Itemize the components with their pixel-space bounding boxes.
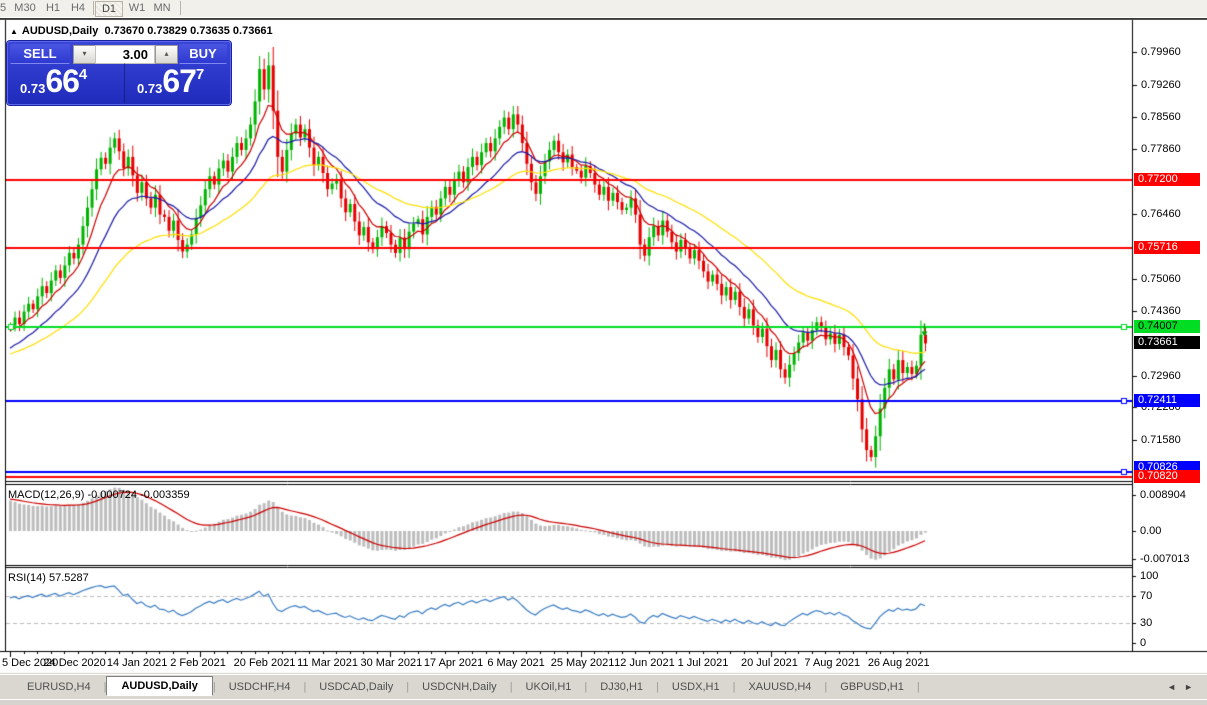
sell-button[interactable]: SELL [10,44,70,64]
macd-axis-tick: 0.00 [1140,525,1162,537]
date-axis-label: 20 Jul 2021 [740,657,798,669]
chart-tab-gbpusd[interactable]: GBPUSD,H1 [827,677,917,697]
hline-price-label: 0.70820 [1134,469,1200,483]
chart-tab-usdcnh[interactable]: USDCNH,Daily [409,677,510,697]
volume-decrease-button[interactable]: ▾ [73,45,96,64]
date-axis-label: 7 Aug 2021 [804,657,861,669]
collapse-arrow-icon[interactable]: ▲ [10,27,18,36]
sell-price-big: 66 [45,63,80,99]
chart-tabs-bar: EURUSD,H4 | AUDUSD,Daily | USDCHF,H4 | USDCAD,… [0,674,1207,699]
date-axis-label: 11 Mar 2021 [297,657,359,669]
buy-price-button[interactable]: 0.73677 [124,63,237,103]
price-axis-tick: 0.72960 [1141,369,1181,382]
chart-tab-xauusd[interactable]: XAUUSD,H4 [735,677,824,697]
hline-price-label: 0.75716 [1134,241,1200,255]
macd-axis-tick: 0.008904 [1140,489,1186,501]
date-axis-label: 17 Apr 2021 [423,657,484,669]
price-axis-tick: 0.78560 [1141,111,1181,124]
buy-price-prefix: 0.73 [137,81,163,96]
hline-price-label: 0.77200 [1134,172,1200,186]
chart-symbol-label: AUDUSD,Daily [21,25,99,37]
price-axis-tick: 0.79260 [1141,78,1181,91]
chart-tab-usdx[interactable]: USDX,H1 [659,677,733,697]
date-axis-label: 30 Mar 2021 [360,657,423,669]
tab-scroll-right-icon[interactable]: ► [1184,682,1201,692]
date-axis-label: 26 Aug 2021 [867,657,930,669]
price-axis-tick: 0.75060 [1141,272,1181,285]
date-axis-label: 14 Jan 2021 [106,657,168,669]
macd-indicator-label: MACD(12,26,9) -0.000724 -0.003359 [8,489,190,501]
chart-tab-usdchf[interactable]: USDCHF,H4 [216,677,304,697]
date-axis-label: 2 Feb 2021 [170,657,226,669]
price-axis-tick: 0.79960 [1141,46,1181,59]
price-axis-tick: 0.71580 [1141,433,1181,446]
chart-tab-usdcad[interactable]: USDCAD,Daily [306,677,406,697]
date-axis-label: 20 Feb 2021 [233,657,296,669]
macd-axis-tick: -0.007013 [1140,553,1190,566]
tab-separator: | [916,681,920,693]
chart-title: ▲ AUDUSD,Daily 0.73670 0.73829 0.73635 0.… [10,25,273,37]
chevron-down-icon: ▾ [82,49,87,58]
date-axis-label: 6 May 2021 [487,657,545,669]
date-axis-label: 1 Jul 2021 [677,657,729,669]
sell-price-prefix: 0.73 [20,81,46,96]
chart-canvas[interactable] [0,0,1207,705]
volume-increase-button[interactable]: ▴ [155,45,178,64]
rsi-axis-tick: 30 [1140,616,1153,629]
current-price-label: 0.73661 [1134,336,1200,350]
buy-button[interactable]: BUY [179,44,227,64]
hline-price-label: 0.72411 [1134,394,1200,408]
one-click-trading-panel: SELL ▾ 3.00 ▴ BUY 0.73664 0.73677 [7,41,231,105]
tab-scroll-arrows[interactable]: ◄► [1167,682,1201,692]
status-strip [0,699,1207,705]
rsi-axis-tick: 0 [1140,637,1147,649]
date-axis-label: 24 Dec 2020 [43,657,106,669]
chevron-up-icon: ▴ [164,49,169,58]
sell-price-button[interactable]: 0.73664 [20,63,118,103]
chart-tab-audusd[interactable]: AUDUSD,Daily [106,676,213,696]
price-axis-tick: 0.77860 [1141,143,1181,156]
buy-price-sup: 7 [195,66,205,83]
mt4-window: 5M30H1H4D1W1MN ▲AUDUSD,Daily 0.73670 0.7… [0,0,1207,705]
rsi-indicator-label: RSI(14) 57.5287 [8,572,89,584]
chart-tab-ukoil[interactable]: UKOil,H1 [513,677,585,697]
date-axis-label: 12 Jun 2021 [614,657,675,669]
price-axis-tick: 0.74360 [1141,305,1181,318]
price-axis-tick: 0.76460 [1141,208,1181,221]
sell-price-sup: 4 [78,66,88,83]
rsi-axis-tick: 70 [1140,590,1153,603]
volume-input[interactable]: 3.00 [95,45,155,64]
buy-price-big: 67 [162,63,197,99]
chart-tab-dj30[interactable]: DJ30,H1 [587,677,656,697]
hline-price-label: 0.74007 [1134,320,1200,334]
date-axis-label: 25 May 2021 [550,657,615,669]
rsi-axis-tick: 100 [1140,570,1159,582]
chart-tab-eurusd[interactable]: EURUSD,H4 [14,677,104,697]
tab-scroll-left-icon[interactable]: ◄ [1167,682,1184,692]
chart-ohlc-label: 0.73670 0.73829 0.73635 0.73661 [104,25,273,37]
